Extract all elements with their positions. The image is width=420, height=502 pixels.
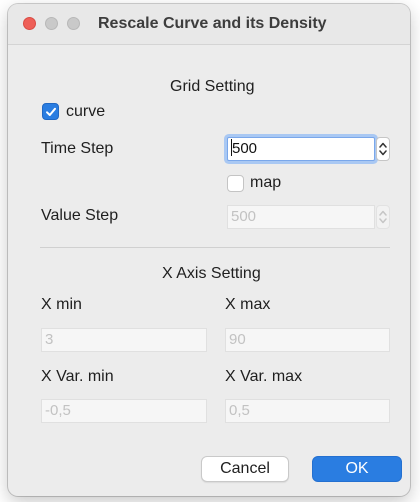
chevron-up-down-icon [379, 210, 387, 224]
x-var-max-input[interactable]: 0,5 [225, 399, 390, 423]
x-var-min-input[interactable]: -0,5 [41, 399, 207, 423]
value-step-stepper[interactable] [376, 205, 390, 229]
title-bar: Rescale Curve and its Density [8, 4, 410, 45]
checkmark-icon [46, 107, 56, 116]
x-var-max-label: X Var. max [225, 368, 303, 385]
time-step-input[interactable]: 500 [227, 137, 375, 161]
value-step-label: Value Step [41, 207, 119, 224]
curve-checkbox[interactable] [42, 103, 59, 120]
x-var-min-label: X Var. min [41, 368, 114, 385]
chevron-up-down-icon [379, 142, 387, 156]
curve-label[interactable]: curve [66, 103, 105, 121]
x-max-label: X max [225, 296, 271, 313]
minimize-button[interactable] [45, 17, 58, 30]
time-step-label: Time Step [41, 140, 114, 157]
time-step-value: 500 [232, 140, 258, 157]
x-min-label: X min [41, 296, 82, 313]
value-step-input[interactable]: 500 [227, 205, 375, 229]
zoom-button[interactable] [67, 17, 80, 30]
ok-button[interactable]: OK [312, 456, 402, 482]
dialog-window: Rescale Curve and its Density Grid Setti… [8, 4, 410, 496]
close-button[interactable] [23, 17, 36, 30]
cancel-button[interactable]: Cancel [201, 456, 289, 482]
window-title: Rescale Curve and its Density [98, 15, 327, 32]
map-label[interactable]: map [250, 174, 281, 192]
x-axis-setting-title: X Axis Setting [162, 265, 261, 282]
time-step-stepper[interactable] [376, 137, 390, 161]
x-max-input[interactable]: 90 [225, 328, 390, 352]
grid-setting-title: Grid Setting [170, 78, 255, 95]
map-checkbox[interactable] [227, 175, 244, 192]
x-min-input[interactable]: 3 [41, 328, 207, 352]
section-divider [40, 247, 390, 248]
